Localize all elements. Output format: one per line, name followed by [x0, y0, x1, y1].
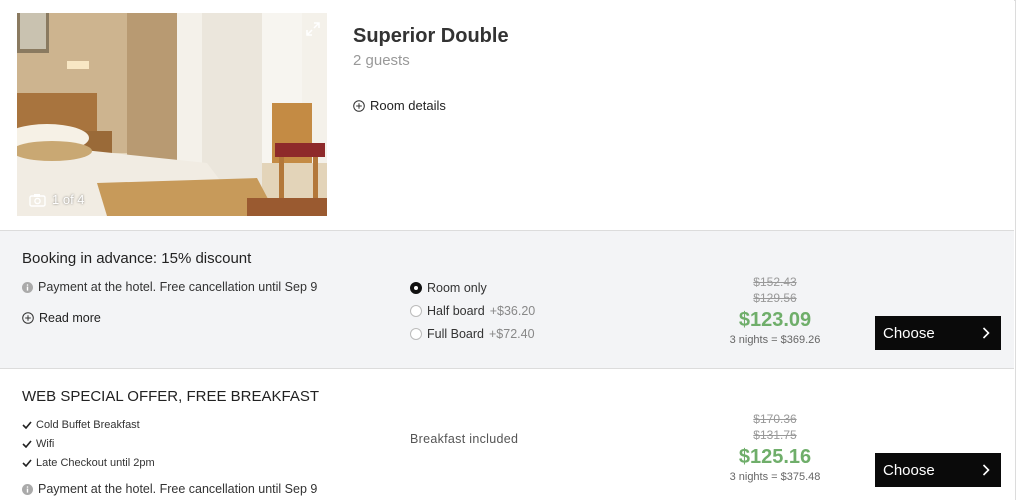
nights-total: 3 nights = $369.26: [729, 334, 821, 346]
read-more-link[interactable]: Read more: [22, 311, 101, 325]
price-block: $170.36 $131.75 $125.16 3 nights = $375.…: [700, 411, 850, 484]
choose-button-label: Choose: [883, 461, 935, 479]
breakfast-included: Breakfast included: [410, 432, 519, 446]
offer-title: WEB SPECIAL OFFER, FREE BREAKFAST: [22, 388, 320, 405]
check-icon: [22, 458, 32, 467]
offer-row: Booking in advance: 15% discount Payment…: [0, 230, 1014, 368]
board-option-label: Half board: [427, 303, 485, 318]
choose-button[interactable]: Choose: [875, 316, 1001, 350]
photo-counter-text: 1 of 4: [52, 192, 85, 207]
check-icon: [22, 439, 32, 448]
room-title: Superior Double: [353, 25, 509, 47]
radio-selected[interactable]: [410, 281, 422, 294]
list-item: Wifi: [22, 434, 155, 453]
plus-circle-icon: [353, 99, 365, 112]
old-price: $129.56: [753, 291, 797, 305]
current-price: $125.16: [738, 446, 812, 468]
room-header: 1 of 4 Superior Double 2 guests Room det…: [0, 0, 1014, 230]
check-icon: [22, 420, 32, 429]
board-option-label: Full Board: [427, 326, 484, 341]
board-option-label: Room only: [427, 280, 487, 295]
list-item: Late Checkout until 2pm: [22, 453, 155, 472]
room-details-label: Room details: [370, 98, 446, 113]
room-photo[interactable]: 1 of 4: [17, 13, 327, 216]
photo-counter: 1 of 4: [29, 192, 85, 207]
payment-info: Payment at the hotel. Free cancellation …: [22, 482, 317, 496]
chevron-right-icon: [982, 327, 990, 339]
chevron-right-icon: [982, 464, 990, 476]
feature-label: Cold Buffet Breakfast: [36, 418, 140, 431]
room-guests: 2 guests: [353, 52, 410, 69]
radio-unselected[interactable]: [410, 304, 422, 317]
offer-title: Booking in advance: 15% discount: [22, 250, 252, 267]
payment-info-text: Payment at the hotel. Free cancellation …: [38, 482, 318, 496]
radio-unselected[interactable]: [410, 327, 422, 340]
payment-info-text: Payment at the hotel. Free cancellation …: [38, 280, 318, 294]
payment-info: Payment at the hotel. Free cancellation …: [22, 280, 317, 294]
choose-button-label: Choose: [883, 324, 935, 342]
room-details-link[interactable]: Room details: [353, 98, 446, 113]
board-options: Room only Half board +$36.20 Full Board …: [410, 276, 535, 345]
list-item: Cold Buffet Breakfast: [22, 415, 155, 434]
old-price: $131.75: [753, 428, 797, 442]
info-icon: [22, 281, 33, 293]
old-price: $170.36: [753, 412, 797, 426]
camera-icon: [29, 193, 46, 207]
current-price: $123.09: [738, 309, 812, 331]
price-block: $152.43 $129.56 $123.09 3 nights = $369.…: [700, 274, 850, 347]
offer-row: WEB SPECIAL OFFER, FREE BREAKFAST Cold B…: [0, 368, 1014, 500]
read-more-label: Read more: [39, 311, 101, 325]
nights-total: 3 nights = $375.48: [729, 471, 821, 483]
expand-icon[interactable]: [305, 21, 321, 37]
feature-list: Cold Buffet Breakfast Wifi Late Checkout…: [22, 415, 155, 472]
feature-label: Late Checkout until 2pm: [36, 456, 155, 469]
feature-label: Wifi: [36, 437, 55, 450]
board-option-extra: +$72.40: [488, 326, 535, 341]
board-option-half-board[interactable]: Half board +$36.20: [410, 299, 535, 322]
board-option-full-board[interactable]: Full Board +$72.40: [410, 322, 535, 345]
board-option-extra: +$36.20: [489, 303, 536, 318]
choose-button[interactable]: Choose: [875, 453, 1001, 487]
room-photo-image: [17, 13, 327, 216]
plus-circle-icon: [22, 312, 34, 324]
board-option-room-only[interactable]: Room only: [410, 276, 535, 299]
info-icon: [22, 483, 33, 495]
old-price: $152.43: [753, 275, 797, 289]
